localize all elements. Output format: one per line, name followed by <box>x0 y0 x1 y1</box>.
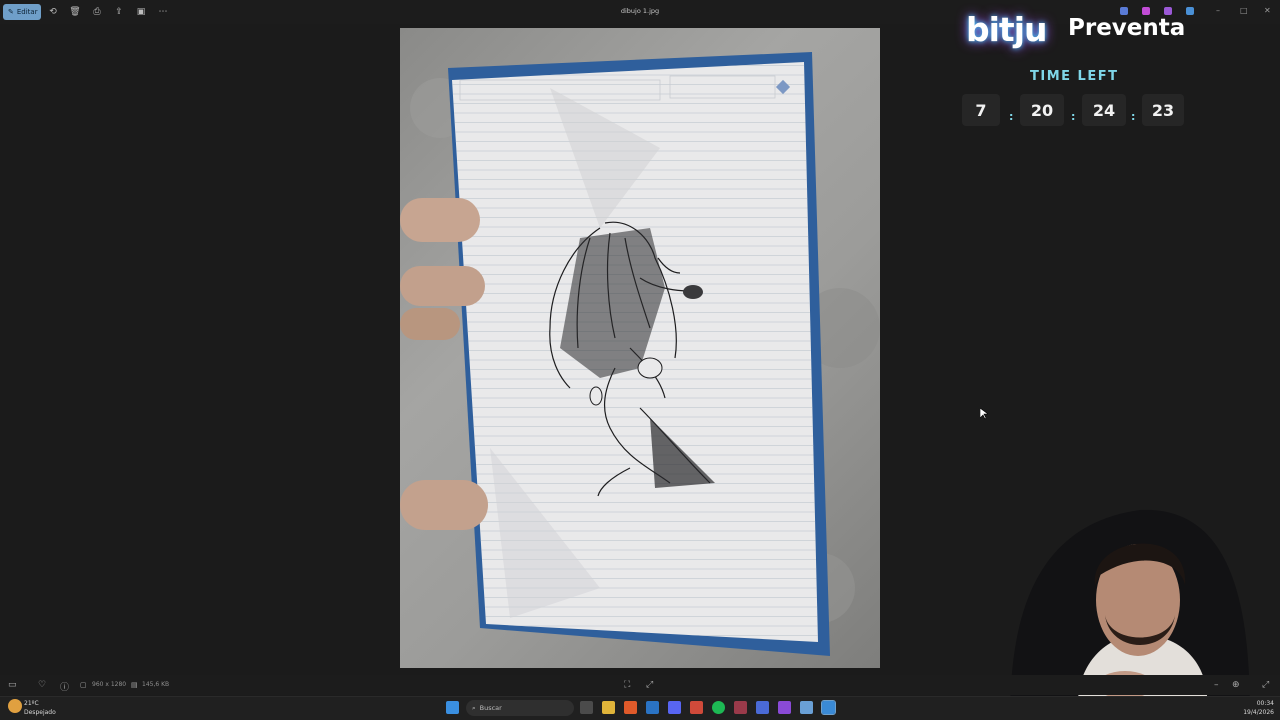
countdown-hours: 20 <box>1020 94 1064 126</box>
edit-icon: ✎ <box>8 8 14 16</box>
slideshow-icon[interactable]: ▣ <box>135 6 147 18</box>
info-icon[interactable]: ⓘ <box>60 680 69 693</box>
edit-button[interactable]: ✎ Editar <box>3 4 41 20</box>
print-icon[interactable]: ⎙ <box>91 6 103 18</box>
app-tray-icon[interactable] <box>1120 7 1128 15</box>
minimize-icon[interactable]: – <box>1216 6 1220 15</box>
discord-icon[interactable] <box>668 701 681 714</box>
countdown-separator: : <box>1009 110 1014 123</box>
app-tray-icon[interactable] <box>1142 7 1150 15</box>
fit-screen-icon[interactable]: ⛶ <box>624 680 630 690</box>
info-bar <box>0 675 1280 695</box>
brave-icon[interactable] <box>624 701 637 714</box>
file-size-icon: ▤ <box>131 681 138 689</box>
taskbar-date[interactable]: 19/4/2026 <box>1240 709 1274 716</box>
countdown-seconds: 23 <box>1142 94 1184 126</box>
app-icon[interactable] <box>756 701 769 714</box>
steam-icon[interactable] <box>646 701 659 714</box>
photos-app-icon[interactable] <box>821 700 836 715</box>
app-tray-icon[interactable] <box>1164 7 1172 15</box>
taskbar-time[interactable]: 00:34 <box>1240 700 1274 707</box>
search-input[interactable]: ⌕ Buscar <box>466 700 574 716</box>
spotify-icon[interactable] <box>712 701 725 714</box>
filmstrip-icon[interactable]: ▭ <box>8 680 17 690</box>
brand-logo: bitju <box>966 10 1048 49</box>
search-icon: ⌕ <box>472 703 476 712</box>
more-icon[interactable]: ⋯ <box>157 6 169 18</box>
window-title: dibujo 1.jpg <box>620 7 660 15</box>
favorite-icon[interactable]: ♡ <box>38 680 46 690</box>
start-button[interactable] <box>446 701 459 714</box>
edit-label: Editar <box>16 8 38 16</box>
rotate-icon[interactable]: ⟲ <box>47 6 59 18</box>
weather-description: Despejado <box>24 709 56 716</box>
task-view-icon[interactable] <box>580 701 593 714</box>
maximize-icon[interactable]: □ <box>1240 6 1248 15</box>
chrome-icon[interactable] <box>690 701 703 714</box>
photo-viewer-image[interactable] <box>400 28 880 668</box>
countdown-separator: : <box>1071 110 1076 123</box>
cursor-icon <box>980 408 988 420</box>
zoom-in-icon[interactable]: ⊕ <box>1232 680 1240 690</box>
dimensions-icon: ▢ <box>80 681 87 689</box>
app-tray-icon[interactable] <box>1186 7 1194 15</box>
brand-tagline: Preventa <box>1068 15 1186 41</box>
countdown-days: 7 <box>962 94 1000 126</box>
delete-icon[interactable]: 🗑 <box>69 6 81 18</box>
app-icon[interactable] <box>734 701 747 714</box>
weather-icon[interactable] <box>8 699 22 713</box>
countdown-separator: : <box>1131 110 1136 123</box>
image-dimensions: 960 x 1280 <box>92 681 127 688</box>
windows-taskbar <box>0 696 1280 720</box>
weather-temperature: 21ºC <box>24 700 39 707</box>
close-icon[interactable]: ✕ <box>1264 6 1271 15</box>
file-explorer-icon[interactable] <box>602 701 615 714</box>
drawing-photo <box>400 52 880 656</box>
fullscreen-icon[interactable]: ⤢ <box>1262 680 1269 690</box>
time-left-label: TIME LEFT <box>1030 69 1119 84</box>
actual-size-icon[interactable]: ⤢ <box>646 680 653 690</box>
app-icon[interactable] <box>800 701 813 714</box>
zoom-out-icon[interactable]: – <box>1214 680 1219 690</box>
search-placeholder: Buscar <box>479 704 502 712</box>
countdown-minutes: 24 <box>1082 94 1126 126</box>
file-size: 145,6 KB <box>142 681 170 688</box>
app-icon[interactable] <box>778 701 791 714</box>
share-icon[interactable]: ⇪ <box>113 6 125 18</box>
